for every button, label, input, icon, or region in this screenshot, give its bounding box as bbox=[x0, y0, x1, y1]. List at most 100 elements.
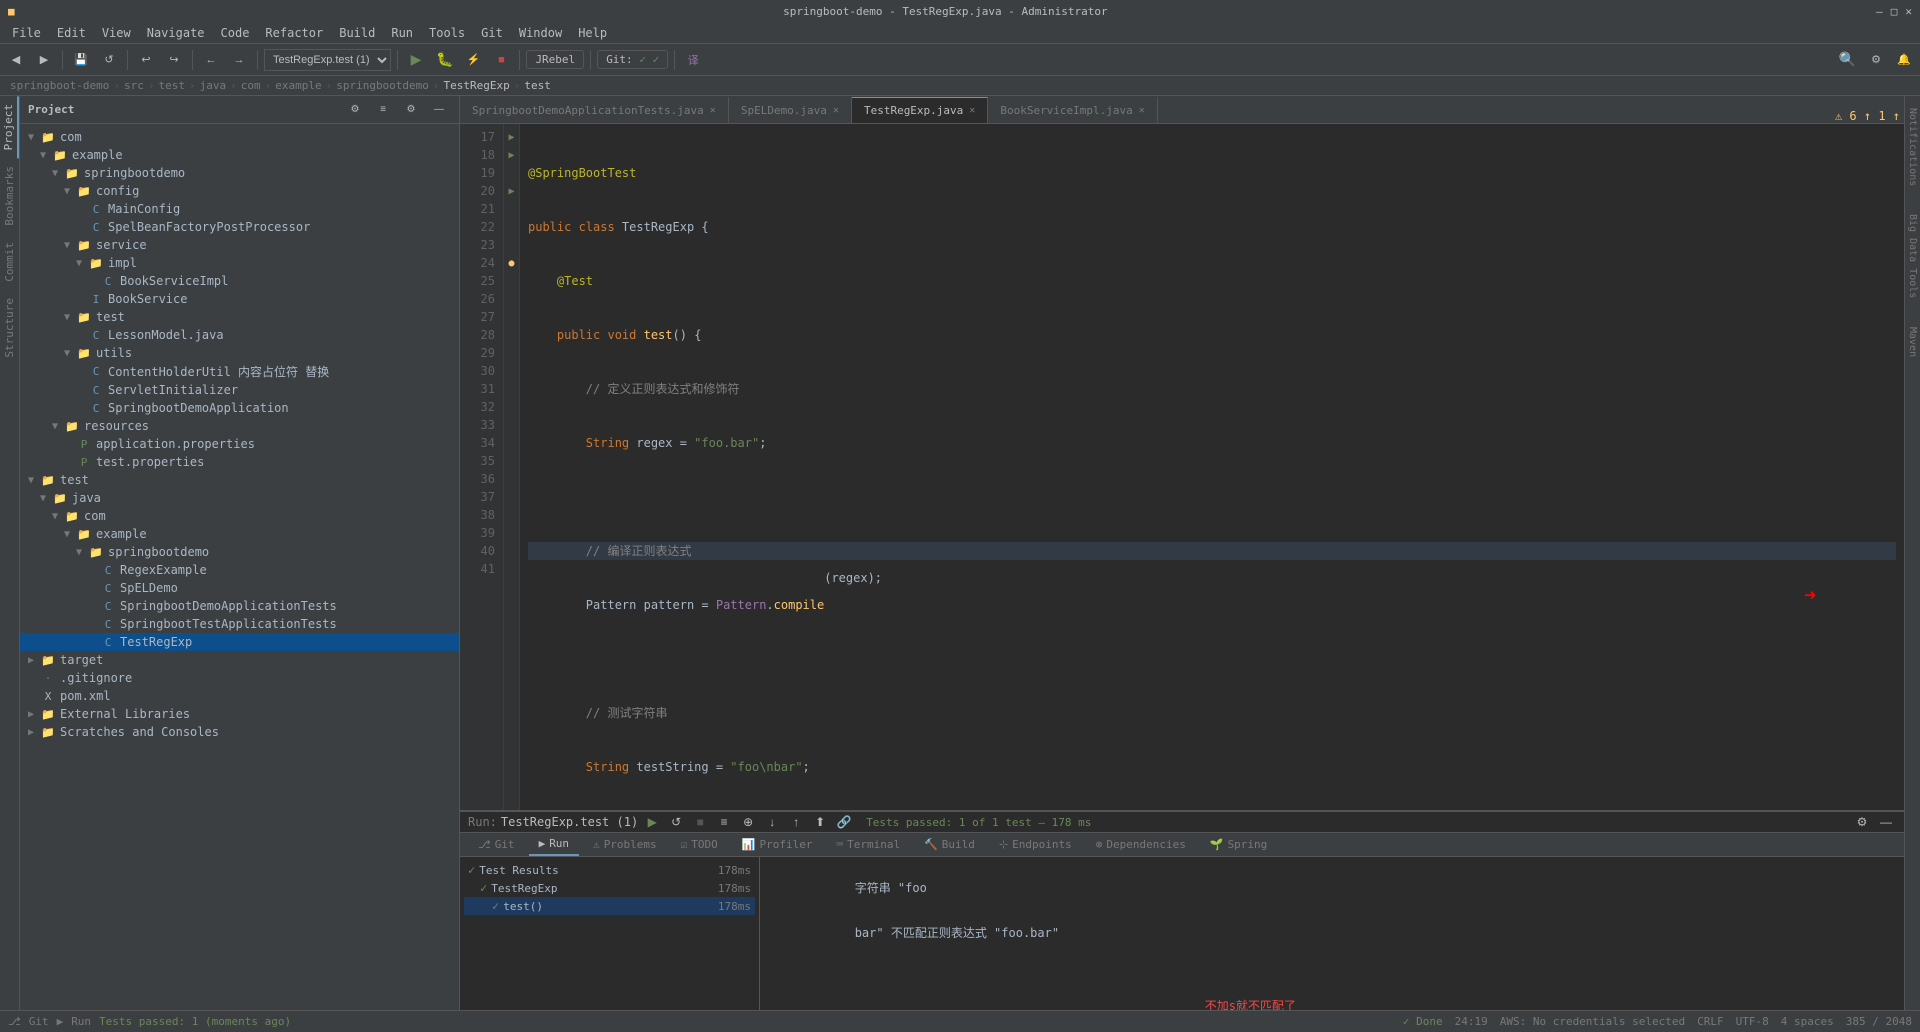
breadcrumb-item-4[interactable]: java bbox=[200, 79, 227, 92]
breadcrumb-item-2[interactable]: src bbox=[124, 79, 144, 92]
tree-contentholder[interactable]: C ContentHolderUtil 内容占位符 替换 bbox=[20, 362, 459, 381]
test-class-row[interactable]: ✓ TestRegExp 178ms bbox=[464, 879, 755, 897]
bottom-tab-todo[interactable]: ☑ TODO bbox=[671, 834, 728, 855]
structure-tab[interactable]: Structure bbox=[1, 290, 18, 366]
test-method-row[interactable]: ✓ test() 178ms bbox=[464, 897, 755, 915]
statusbar-line-ending[interactable]: CRLF bbox=[1697, 1015, 1724, 1028]
test-results-root[interactable]: ✓ Test Results 178ms bbox=[464, 861, 755, 879]
tree-test-folder[interactable]: ▼ 📁 test bbox=[20, 308, 459, 326]
breadcrumb-item-3[interactable]: test bbox=[158, 79, 185, 92]
commit-tab[interactable]: Commit bbox=[1, 234, 18, 290]
menu-window[interactable]: Window bbox=[511, 22, 570, 44]
menu-help[interactable]: Help bbox=[570, 22, 615, 44]
menu-code[interactable]: Code bbox=[213, 22, 258, 44]
search-everywhere-btn[interactable]: 🔍 bbox=[1835, 48, 1860, 72]
tree-utils[interactable]: ▼ 📁 utils bbox=[20, 344, 459, 362]
tree-bookservice[interactable]: I BookService bbox=[20, 290, 459, 308]
stop-run-btn[interactable]: ■ bbox=[690, 812, 710, 832]
gutter-run-20[interactable]: ▶ bbox=[504, 182, 519, 200]
tree-springbootdemoapplication[interactable]: C SpringbootDemoApplication bbox=[20, 399, 459, 417]
rerun-failed-btn[interactable]: ↺ bbox=[666, 812, 686, 832]
statusbar-aws[interactable]: AWS: No credentials selected bbox=[1500, 1015, 1685, 1028]
tree-springbootdemo[interactable]: ▼ 📁 springbootdemo bbox=[20, 164, 459, 182]
toolbar-nav-forward-btn[interactable]: → bbox=[227, 48, 251, 72]
toolbar-forward-btn[interactable]: ▶ bbox=[32, 48, 56, 72]
debug-btn[interactable]: 🐛 bbox=[432, 48, 457, 72]
tab-springbootdemoapplicationtests[interactable]: SpringbootDemoApplicationTests.java ✕ bbox=[460, 97, 729, 123]
toolbar-sync-btn[interactable]: ↺ bbox=[97, 48, 121, 72]
tree-scratches[interactable]: ▶ 📁 Scratches and Consoles bbox=[20, 723, 459, 741]
breadcrumb-item-9[interactable]: test bbox=[524, 79, 551, 92]
tree-gitignore[interactable]: · .gitignore bbox=[20, 669, 459, 687]
export-results-btn[interactable]: ⬆ bbox=[810, 812, 830, 832]
tree-bookserviceimpl[interactable]: C BookServiceImpl bbox=[20, 272, 459, 290]
tree-config[interactable]: ▼ 📁 config bbox=[20, 182, 459, 200]
bottom-tab-git[interactable]: ⎇ Git bbox=[468, 834, 525, 855]
tab-speldemo[interactable]: SpELDemo.java ✕ bbox=[729, 97, 852, 123]
tree-speldemo[interactable]: C SpELDemo bbox=[20, 579, 459, 597]
toolbar-nav-back-btn[interactable]: ← bbox=[199, 48, 223, 72]
minimize-btn[interactable]: — bbox=[1876, 5, 1883, 18]
tab-close-testregexp[interactable]: ✕ bbox=[969, 105, 975, 116]
expand-all-btn[interactable]: ↓ bbox=[762, 812, 782, 832]
project-collapse-btn[interactable]: ≡ bbox=[371, 101, 395, 119]
statusbar-charset[interactable]: UTF-8 bbox=[1736, 1015, 1769, 1028]
breadcrumb-item-5[interactable]: com bbox=[241, 79, 261, 92]
translate-btn[interactable]: 译 bbox=[681, 48, 705, 72]
bottom-tab-dependencies[interactable]: ⊗ Dependencies bbox=[1086, 834, 1196, 855]
breadcrumb-item-8[interactable]: TestRegExp bbox=[444, 79, 510, 92]
close-btn[interactable]: ✕ bbox=[1905, 5, 1912, 18]
tree-testprops[interactable]: P test.properties bbox=[20, 453, 459, 471]
run-config-dropdown[interactable]: TestRegExp.test (1) bbox=[264, 49, 391, 71]
menu-edit[interactable]: Edit bbox=[49, 22, 94, 44]
toolbar-back-btn[interactable]: ◀ bbox=[4, 48, 28, 72]
stop-btn[interactable]: ■ bbox=[489, 48, 513, 72]
bottom-tab-spring[interactable]: 🌱 Spring bbox=[1200, 834, 1277, 855]
toolbar-redo-btn[interactable]: ↪ bbox=[162, 48, 186, 72]
bottom-tab-terminal[interactable]: ⌨ Terminal bbox=[826, 834, 910, 855]
tree-pom[interactable]: X pom.xml bbox=[20, 687, 459, 705]
tree-springbootdemo-test[interactable]: ▼ 📁 springbootdemo bbox=[20, 543, 459, 561]
menu-file[interactable]: File bbox=[4, 22, 49, 44]
tab-bookserviceimpl[interactable]: BookServiceImpl.java ✕ bbox=[988, 97, 1157, 123]
tab-close-speldemo[interactable]: ✕ bbox=[833, 105, 839, 116]
notifications-btn[interactable]: 🔔 bbox=[1892, 48, 1916, 72]
statusbar-run-label[interactable]: Run bbox=[71, 1015, 91, 1028]
tree-appprops[interactable]: P application.properties bbox=[20, 435, 459, 453]
window-controls[interactable]: — □ ✕ bbox=[1876, 5, 1912, 18]
tree-impl[interactable]: ▼ 📁 impl bbox=[20, 254, 459, 272]
tree-resources[interactable]: ▼ 📁 resources bbox=[20, 417, 459, 435]
menu-view[interactable]: View bbox=[94, 22, 139, 44]
sort-alpha-btn[interactable]: ≡ bbox=[714, 812, 734, 832]
tree-mainconfig[interactable]: C MainConfig bbox=[20, 200, 459, 218]
bottom-tab-endpoints[interactable]: ⊹ Endpoints bbox=[989, 834, 1082, 855]
run-close-btn[interactable]: — bbox=[1876, 812, 1896, 832]
right-tab-maven[interactable]: Maven bbox=[1905, 319, 1920, 365]
breadcrumb-item-6[interactable]: example bbox=[275, 79, 321, 92]
tree-springboottestapplicationtests[interactable]: C SpringbootTestApplicationTests bbox=[20, 615, 459, 633]
menu-git[interactable]: Git bbox=[473, 22, 511, 44]
statusbar-indent[interactable]: 4 spaces bbox=[1781, 1015, 1834, 1028]
settings-btn[interactable]: ⚙ bbox=[1864, 48, 1888, 72]
project-tab[interactable]: Project bbox=[0, 96, 19, 158]
tree-target[interactable]: ▶ 📁 target bbox=[20, 651, 459, 669]
tree-example-test[interactable]: ▼ 📁 example bbox=[20, 525, 459, 543]
tab-testregexp[interactable]: TestRegExp.java ✕ bbox=[852, 97, 988, 123]
tab-close-bookserviceimpl[interactable]: ✕ bbox=[1139, 105, 1145, 116]
tree-example[interactable]: ▼ 📁 example bbox=[20, 146, 459, 164]
tree-external-libs[interactable]: ▶ 📁 External Libraries bbox=[20, 705, 459, 723]
run-with-coverage-btn[interactable]: ⚡ bbox=[461, 48, 485, 72]
breadcrumb-item-1[interactable]: springboot-demo bbox=[10, 79, 109, 92]
git-status-btn[interactable]: Git: ✓ ✓ bbox=[597, 50, 668, 69]
menu-refactor[interactable]: Refactor bbox=[257, 22, 331, 44]
toolbar-save-btn[interactable]: 💾 bbox=[69, 48, 93, 72]
tree-servletinitializer[interactable]: C ServletInitializer bbox=[20, 381, 459, 399]
gutter-run-17[interactable]: ▶ bbox=[504, 128, 519, 146]
open-in-browser-btn[interactable]: 🔗 bbox=[834, 812, 854, 832]
tab-close-springbootdemoapplicationtests[interactable]: ✕ bbox=[710, 105, 716, 116]
sort-duration-btn[interactable]: ⊕ bbox=[738, 812, 758, 832]
toolbar-undo-btn[interactable]: ↩ bbox=[134, 48, 158, 72]
tree-regexexample[interactable]: C RegexExample bbox=[20, 561, 459, 579]
tree-springbootdemoapplicationtests[interactable]: C SpringbootDemoApplicationTests bbox=[20, 597, 459, 615]
project-settings-btn[interactable]: ⚙ bbox=[399, 101, 423, 119]
